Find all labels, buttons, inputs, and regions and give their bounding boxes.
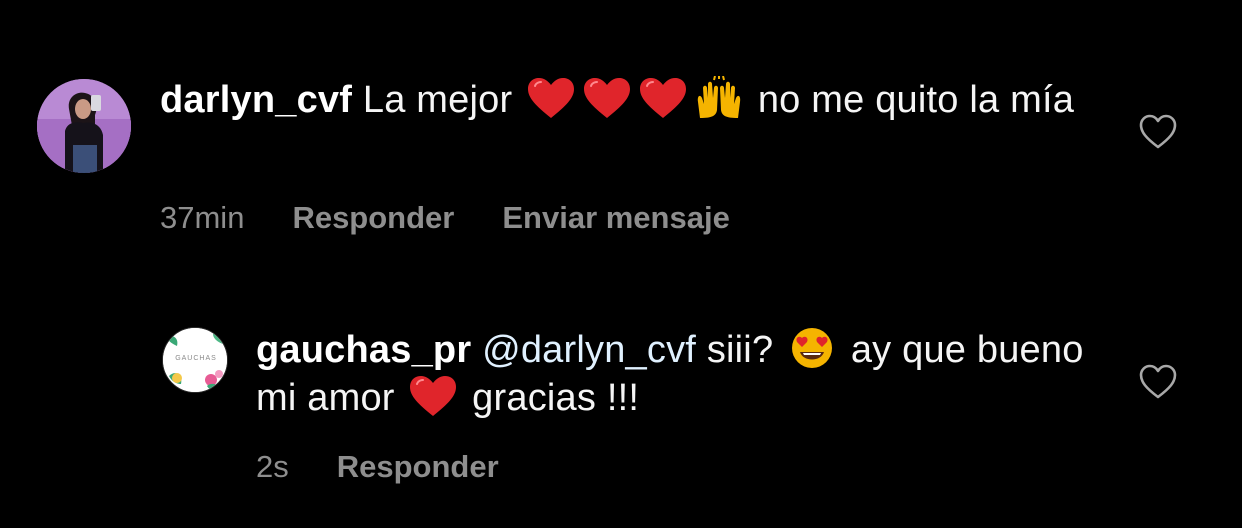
comment-meta: 37min Responder Enviar mensaje xyxy=(160,198,778,238)
comment-timestamp: 2s xyxy=(256,449,289,484)
comment-meta: 2s Responder xyxy=(256,447,547,487)
red-heart-emoji xyxy=(582,76,632,120)
avatar-logo: GAUCHAS xyxy=(163,328,227,392)
avatar-photo xyxy=(37,79,131,173)
comment-body-end: no me quito la mía xyxy=(757,79,1075,121)
comment-text: darlyn_cvf La mejor no me quito la mía xyxy=(160,76,1080,124)
comment-username[interactable]: darlyn_cvf xyxy=(160,79,352,121)
send-message-button[interactable]: Enviar mensaje xyxy=(502,200,729,235)
avatar[interactable] xyxy=(37,79,131,173)
red-heart-emoji xyxy=(526,76,576,120)
reply-button[interactable]: Responder xyxy=(337,449,499,484)
comment-body-end: gracias !!! xyxy=(472,377,640,419)
comment-body-start: siii? xyxy=(706,329,774,371)
comment-timestamp: 37min xyxy=(160,200,245,235)
heart-eyes-emoji xyxy=(787,326,837,370)
comment-body-start: La mejor xyxy=(362,79,513,121)
avatar[interactable]: GAUCHAS xyxy=(162,327,228,393)
avatar-logo-text: GAUCHAS xyxy=(175,355,217,362)
raising-hands-emoji xyxy=(694,76,744,120)
red-heart-emoji xyxy=(408,374,458,418)
reply-button[interactable]: Responder xyxy=(292,200,454,235)
mention-link[interactable]: @darlyn_cvf xyxy=(482,329,696,371)
heart-outline-icon[interactable] xyxy=(1139,364,1177,400)
red-heart-emoji xyxy=(638,76,688,120)
comment-text: gauchas_pr @darlyn_cvf siii? ay que buen… xyxy=(256,326,1096,422)
heart-outline-icon[interactable] xyxy=(1139,114,1177,150)
comment-username[interactable]: gauchas_pr xyxy=(256,329,471,371)
